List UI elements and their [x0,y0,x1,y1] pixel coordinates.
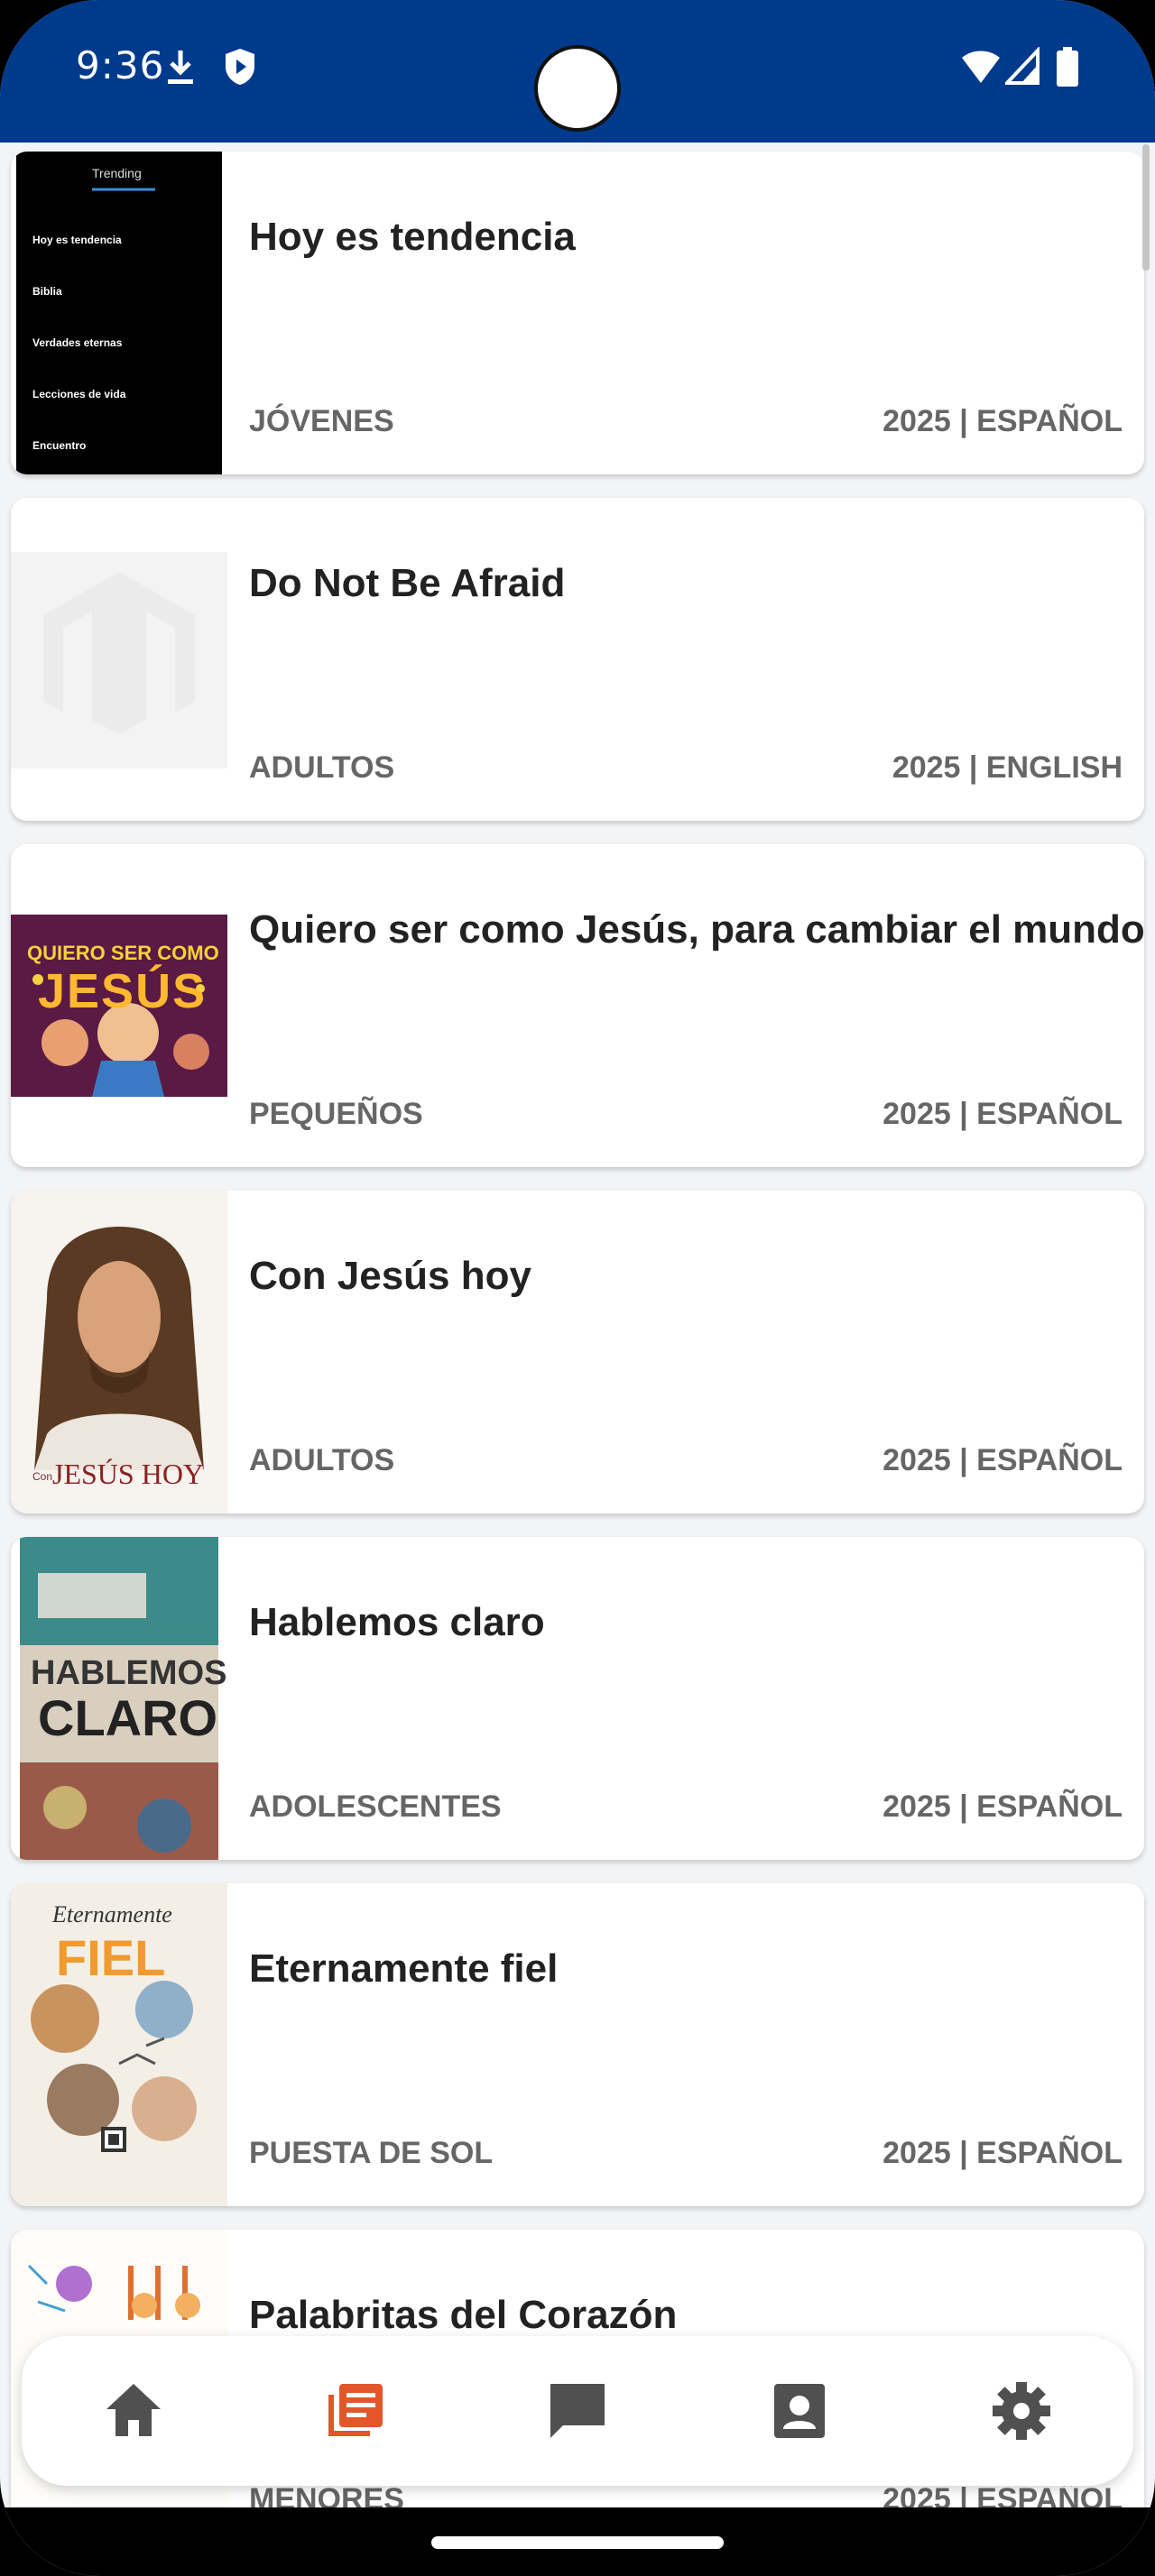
cover-title-line: CLARO [38,1689,218,1746]
battery-icon [1057,47,1078,87]
cover-image: HABLEMOS CLARO [11,1537,227,1860]
publication-card[interactable]: Trending Hoy es tendencia Biblia Verdade… [11,152,1144,474]
cover-entry: Biblia [32,285,62,298]
camera-cutout [534,45,621,132]
cover-title-line: HABLEMOS [31,1654,227,1692]
status-bar: 9:36 [0,0,1155,143]
card-year-language: 2025 | ESPAÑOL [882,1443,1123,1477]
card-category: PUESTA DE SOL [249,2136,494,2170]
cover-image: QUIERO SER COMO JESÚS [11,844,227,1167]
card-title[interactable]: Hoy es tendencia [249,215,576,260]
home-icon[interactable] [97,2375,170,2447]
card-title[interactable]: Quiero ser como Jesús, para cambiar el m… [249,907,1144,952]
card-year-language: 2025 | ESPAÑOL [882,2136,1123,2170]
publication-card[interactable]: QUIERO SER COMO JESÚS Quiero ser como Je… [11,844,1144,1167]
cover-title-line: JESÚS [38,964,208,1018]
contact-icon[interactable] [763,2375,836,2447]
card-category: ADULTOS [249,750,395,785]
cover-caption-small: Con [32,1470,53,1483]
phone-screen: 9:36 Trending Hoy es tendencia Biblia Ve… [0,0,1155,2576]
placeholder-cover-image [11,498,227,821]
cover-entry: Encuentro [32,439,87,452]
card-title[interactable]: Con Jesús hoy [249,1254,531,1299]
shield-play-icon [226,49,254,85]
cover-image: Eternamente FIEL [11,1883,227,2206]
card-category: PEQUEÑOS [249,1097,423,1131]
card-title[interactable]: Eternamente fiel [249,1946,558,1992]
scrollbar[interactable] [1142,144,1150,271]
card-title[interactable]: Palabritas del Corazón [249,2293,677,2338]
cover-image: Con JESÚS HOY [11,1191,227,1513]
library-icon[interactable] [319,2375,392,2447]
publication-card[interactable]: HABLEMOS CLARO Hablemos claro ADOLESCENT… [11,1537,1144,1860]
cover-image: Trending Hoy es tendencia Biblia Verdade… [11,152,227,474]
bottom-navigation [22,2336,1133,2486]
card-category: ADOLESCENTES [249,1789,502,1824]
cover-title-line: QUIERO SER COMO [27,942,219,964]
card-year-language: 2025 | ESPAÑOL [882,1097,1123,1131]
card-year-language: 2025 | ENGLISH [892,750,1123,785]
download-icon [168,51,193,84]
cover-heading: Trending [92,166,142,180]
card-year-language: 2025 | ESPAÑOL [882,1789,1123,1824]
publication-card[interactable]: Con JESÚS HOY Con Jesús hoy ADULTOS 2025… [11,1191,1144,1513]
publication-card[interactable]: Eternamente FIEL Eternamente fiel PUESTA… [11,1883,1144,2206]
card-year-language: 2025 | ESPAÑOL [882,404,1123,438]
home-indicator[interactable] [431,2536,724,2549]
card-title[interactable]: Hablemos claro [249,1600,545,1645]
card-title[interactable]: Do Not Be Afraid [249,561,565,606]
publication-list[interactable]: Trending Hoy es tendencia Biblia Verdade… [0,143,1155,2524]
signal-icon [1005,47,1040,85]
status-time: 9:36 [76,43,165,87]
publication-card[interactable]: Do Not Be Afraid ADULTOS 2025 | ENGLISH [11,498,1144,821]
cover-title-line: FIEL [56,1929,166,1986]
card-category: JÓVENES [249,404,394,438]
cover-title-line: Eternamente [52,1901,172,1927]
cover-entry: Lecciones de vida [32,388,126,400]
wifi-icon [962,51,1000,83]
settings-icon[interactable] [985,2375,1058,2447]
cover-entry: Hoy es tendencia [32,234,122,246]
cover-entry: Verdades eternas [32,336,123,349]
card-category: ADULTOS [249,1443,395,1477]
cover-caption: JESÚS HOY [52,1458,205,1490]
chat-icon[interactable] [541,2375,614,2447]
